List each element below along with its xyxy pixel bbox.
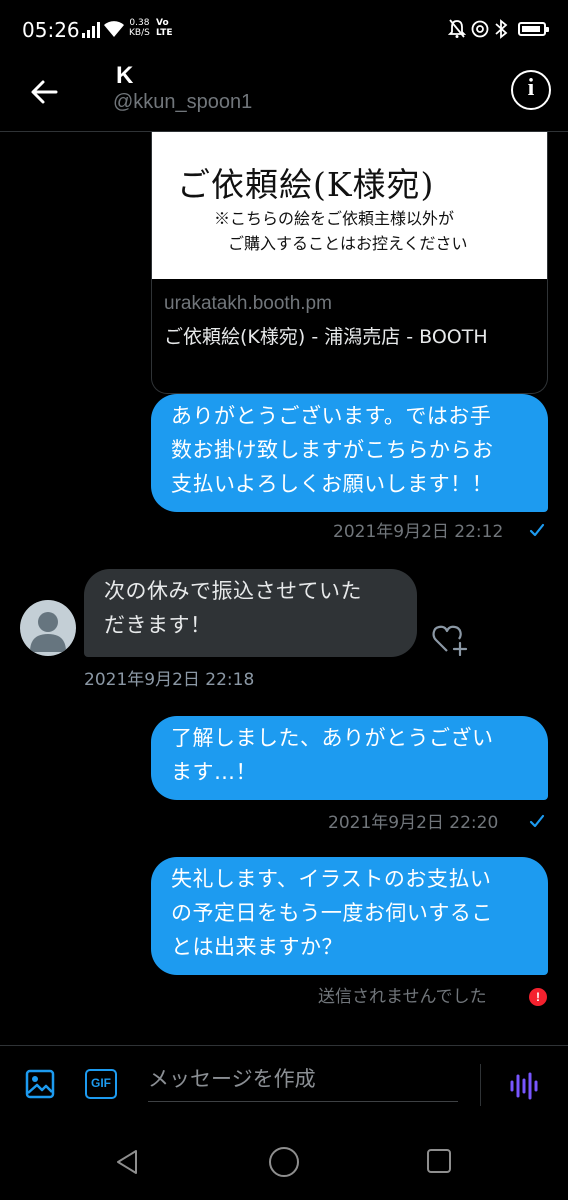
system-nav-bar (0, 1125, 568, 1200)
composer-divider (480, 1064, 481, 1106)
gif-icon[interactable]: GIF (85, 1069, 117, 1099)
network-speed-value: 0.38 (129, 18, 150, 28)
battery-icon (518, 22, 549, 36)
wifi-icon (104, 21, 124, 37)
preview-image-note: ご購入することはお控えください (228, 234, 468, 253)
exclamation-icon[interactable]: ! (529, 988, 547, 1006)
message-input[interactable] (148, 1056, 458, 1102)
status-time: 05:26 (22, 18, 80, 42)
volte-indicator: Vo LTE (156, 18, 173, 38)
status-bar: 05:26 0.38 KB/S Vo LTE (0, 0, 568, 60)
network-speed-unit: KB/S (129, 28, 150, 38)
conversation-handle[interactable]: @kkun_spoon1 (113, 91, 252, 114)
conversation-header: K @kkun_spoon1 i (0, 60, 568, 132)
volte-bottom: LTE (156, 28, 173, 38)
received-message-bubble[interactable]: 次の休みで振込させていた だきます！ (84, 569, 417, 657)
sent-message-bubble[interactable]: 了解しました、ありがとうござい ます…！ (151, 716, 548, 800)
heart-plus-icon[interactable] (432, 622, 468, 656)
preview-image-note: ※こちらの絵をご依頼主様以外が (214, 209, 455, 228)
nav-recents-icon[interactable] (427, 1149, 451, 1173)
check-icon (529, 814, 545, 828)
sent-message-bubble[interactable]: ありがとうございます。ではお手 数お掛け致しますがこちらからお 支払いよろしくお… (151, 394, 548, 512)
mute-bell-icon (448, 19, 466, 38)
conversation-name[interactable]: K (116, 62, 133, 90)
network-speed: 0.38 KB/S (129, 18, 150, 38)
message-timestamp: 2021年9月2日 22:12 (333, 522, 504, 542)
link-preview-image[interactable]: ご依頼絵(K様宛) ※こちらの絵をご依頼主様以外が ご購入することはお控えくださ… (152, 132, 547, 279)
battery-level (522, 26, 540, 32)
info-symbol: i (527, 75, 535, 101)
image-icon[interactable] (24, 1068, 56, 1100)
signal-icon (82, 22, 100, 38)
data-saver-icon (471, 20, 489, 38)
bluetooth-icon (495, 19, 508, 39)
link-preview-card[interactable]: ご依頼絵(K様宛) ※こちらの絵をご依頼主様以外が ご購入することはお控えくださ… (151, 132, 548, 394)
arrow-left-icon[interactable] (24, 70, 68, 114)
nav-home-icon[interactable] (269, 1147, 299, 1177)
message-timestamp: 2021年9月2日 22:18 (84, 670, 255, 690)
link-domain: urakatakh.booth.pm (164, 293, 332, 314)
message-composer: GIF (0, 1045, 568, 1125)
info-icon[interactable]: i (511, 70, 551, 110)
default-avatar-icon (30, 612, 66, 652)
link-title: ご依頼絵(K様宛) - 浦潟売店 - BOOTH (164, 326, 488, 348)
avatar[interactable] (20, 600, 76, 656)
nav-back-icon[interactable] (112, 1147, 142, 1177)
message-timestamp: 2021年9月2日 22:20 (328, 813, 499, 833)
preview-image-title: ご依頼絵(K様宛) (177, 165, 435, 204)
volte-top: Vo (156, 18, 169, 28)
voice-wave-icon[interactable] (508, 1070, 540, 1102)
sent-message-bubble[interactable]: 失礼します、イラストのお支払い の予定日をもう一度お伺いするこ とは出来ますか？ (151, 857, 548, 975)
send-failed-status[interactable]: 送信されませんでした (318, 982, 487, 1007)
check-icon (529, 523, 545, 537)
